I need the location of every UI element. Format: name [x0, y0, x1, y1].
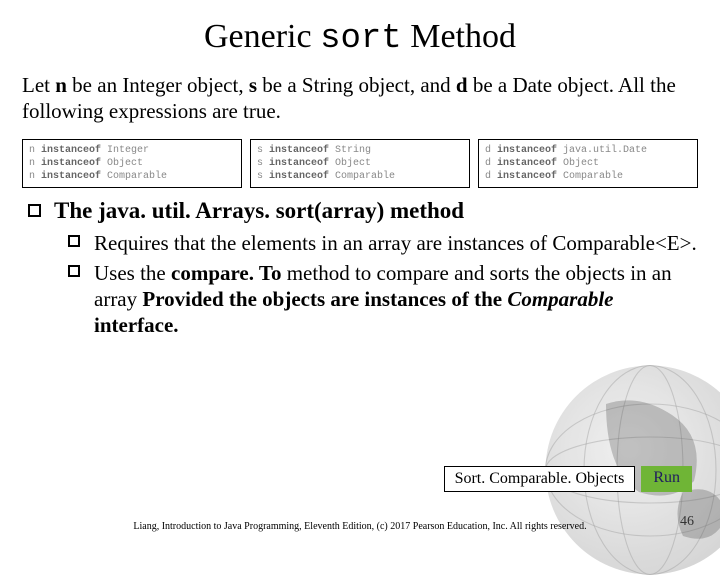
bullet-arrays-sort: The java. util. Arrays. sort(array) meth…: [28, 198, 698, 339]
bullet-list: The java. util. Arrays. sort(array) meth…: [22, 198, 698, 339]
sub-bullet-text: Requires that the elements in an array a…: [94, 231, 697, 255]
lead-paragraph: Let n be an Integer object, s be a Strin…: [22, 72, 698, 125]
codebox-date: d instanceof java.util.Date d instanceof…: [478, 139, 698, 188]
lead-text: be an Integer object,: [67, 73, 249, 97]
bullet-square-icon: [68, 235, 80, 247]
bullet-square-icon: [28, 204, 41, 217]
sub-bullet-uses: Uses the compare. To method to compare a…: [68, 260, 698, 339]
bullet-square-icon: [68, 265, 80, 277]
title-pre: Generic: [204, 18, 320, 55]
lead-var-s: s: [249, 73, 257, 97]
lead-var-n: n: [55, 73, 67, 97]
lead-var-d: d: [456, 73, 468, 97]
sub-bullet-requires: Requires that the elements in an array a…: [68, 230, 698, 256]
bullet-text: The java. util. Arrays. sort(array) meth…: [54, 198, 464, 223]
run-button[interactable]: Run: [641, 466, 692, 492]
page-number: 46: [680, 514, 694, 530]
sub-bullet-bold: interface.: [94, 313, 179, 337]
code-boxes-row: n instanceof Integer n instanceof Object…: [22, 139, 698, 188]
slide-title: Generic sort Method: [22, 18, 698, 58]
sub-bullet-italic: Comparable: [507, 287, 613, 311]
codebox-integer: n instanceof Integer n instanceof Object…: [22, 139, 242, 188]
sub-bullet-list: Requires that the elements in an array a…: [54, 230, 698, 339]
link-sort-comparable-objects[interactable]: Sort. Comparable. Objects: [444, 466, 636, 492]
copyright-footer: Liang, Introduction to Java Programming,…: [0, 521, 720, 532]
lead-text: be a String object, and: [257, 73, 456, 97]
button-row: Sort. Comparable. Objects Run: [444, 466, 692, 492]
slide: Generic sort Method Let n be an Integer …: [0, 0, 720, 540]
sub-bullet-bold: Provided the objects are instances of th…: [142, 287, 507, 311]
codebox-string: s instanceof String s instanceof Object …: [250, 139, 470, 188]
sub-bullet-text: Uses the: [94, 261, 171, 285]
lead-text: Let: [22, 73, 55, 97]
sub-bullet-bold: compare. To: [171, 261, 281, 285]
title-post: Method: [402, 18, 516, 55]
title-code: sort: [320, 20, 402, 58]
